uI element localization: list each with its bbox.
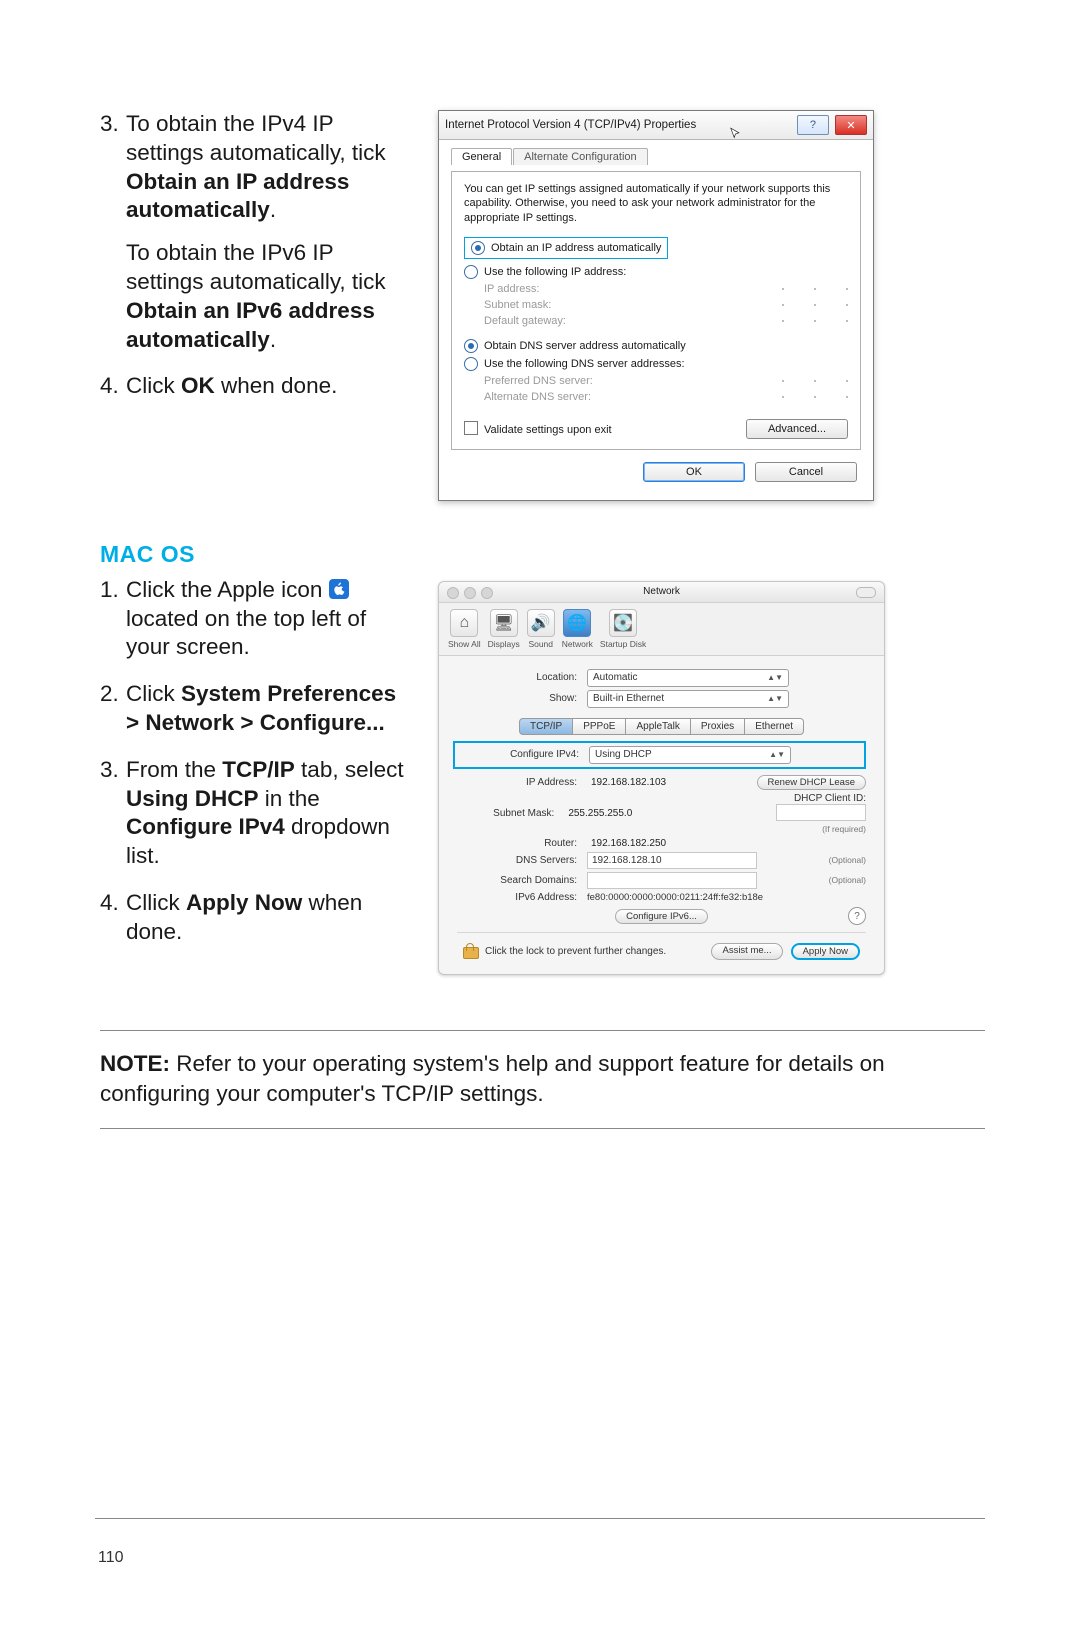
renew-dhcp-button[interactable]: Renew DHCP Lease — [757, 775, 866, 790]
mac-step-1: 1. Click the Apple icon located on the t… — [100, 576, 410, 662]
advanced-button[interactable]: Advanced... — [746, 419, 848, 439]
dialog-title: Internet Protocol Version 4 (TCP/IPv4) P… — [445, 119, 696, 131]
dialog-description: You can get IP settings assigned automat… — [464, 182, 848, 225]
label-router: Router: — [457, 838, 587, 849]
label-search-domains: Search Domains: — [457, 875, 587, 886]
window-title: Network — [643, 586, 680, 597]
footer-rule — [95, 1518, 985, 1519]
highlight-configure-ipv4: Configure IPv4: Using DHCP▲▼ — [453, 741, 866, 769]
step-number: 3. — [100, 110, 119, 139]
ok-button[interactable]: OK — [643, 462, 745, 482]
input-dns[interactable]: 192.168.128.10 — [587, 852, 757, 869]
apply-now-button[interactable]: Apply Now — [791, 943, 860, 960]
radio-use-dns[interactable] — [464, 357, 478, 371]
mac-step-3: 3. From the TCP/IP tab, select Using DHC… — [100, 756, 410, 871]
note-block: NOTE: Refer to your operating system's h… — [100, 1030, 985, 1129]
step-4: 4. Click OK when done. — [100, 372, 410, 401]
step-bold: Obtain an IP address automatically — [126, 169, 349, 223]
label-configure-ipv4: Configure IPv4: — [459, 749, 589, 760]
label-ip-address: IP Address: — [457, 777, 587, 788]
help-button[interactable]: ? — [797, 115, 829, 135]
lock-text: Click the lock to prevent further change… — [485, 946, 666, 957]
tool-startup[interactable]: 💽Startup Disk — [600, 609, 646, 649]
tab-pppoe[interactable]: PPPoE — [573, 718, 626, 735]
select-show[interactable]: Built-in Ethernet▲▼ — [587, 690, 789, 708]
input-dhcp-client[interactable] — [776, 804, 866, 821]
assist-button[interactable]: Assist me... — [711, 943, 782, 960]
value-ip: 192.168.182.103 — [587, 777, 755, 788]
tool-sound[interactable]: 🔊Sound — [527, 609, 555, 649]
page-number: 110 — [98, 1549, 124, 1567]
mac-step-2: 2. Click System Preferences > Network > … — [100, 680, 410, 738]
cancel-button[interactable]: Cancel — [755, 462, 857, 482]
tool-network[interactable]: 🌐Network — [562, 609, 593, 649]
tab-ethernet[interactable]: Ethernet — [745, 718, 804, 735]
radio-use-ip[interactable] — [464, 265, 478, 279]
tab-appletalk[interactable]: AppleTalk — [626, 718, 690, 735]
apple-icon — [329, 579, 349, 599]
label-dns: DNS Servers: — [457, 855, 587, 866]
label-subnet-mask: Subnet Mask: — [457, 808, 564, 819]
select-configure-ipv4[interactable]: Using DHCP▲▼ — [589, 746, 791, 764]
tool-displays[interactable]: 🖥Displays — [488, 609, 520, 649]
lock-icon[interactable] — [463, 943, 477, 959]
label-gateway: Default gateway: — [484, 315, 566, 327]
label-ipv6: IPv6 Address: — [457, 892, 587, 903]
tab-general[interactable]: General — [451, 148, 512, 165]
step-text: To obtain the IPv4 IP settings automatic… — [126, 111, 386, 165]
radio-obtain-ip[interactable] — [471, 241, 485, 255]
mac-os-heading: MAC OS — [100, 541, 985, 568]
toolbar-toggle[interactable] — [856, 587, 876, 598]
label-subnet: Subnet mask: — [484, 299, 551, 311]
close-button[interactable]: ✕ — [835, 115, 867, 135]
highlight-obtain-ip: Obtain an IP address automatically — [464, 237, 668, 259]
checkbox-validate[interactable]: Validate settings upon exit — [464, 421, 612, 436]
label-show: Show: — [457, 693, 587, 704]
tool-showall[interactable]: ⌂Show All — [448, 609, 481, 649]
mac-step-4: 4. Cllick Apply Now when done. — [100, 889, 410, 947]
input-search-domains[interactable] — [587, 872, 757, 889]
label-alt-dns: Alternate DNS server: — [484, 391, 591, 403]
help-icon[interactable]: ? — [848, 907, 866, 925]
radio-obtain-dns[interactable] — [464, 339, 478, 353]
tab-tcpip[interactable]: TCP/IP — [519, 718, 573, 735]
label-location: Location: — [457, 672, 587, 683]
cursor-icon — [729, 127, 743, 141]
label-ip: IP address: — [484, 283, 539, 295]
select-location[interactable]: Automatic▲▼ — [587, 669, 789, 687]
label-dhcp-client: DHCP Client ID: — [794, 793, 866, 804]
windows-ipv4-dialog: Internet Protocol Version 4 (TCP/IPv4) P… — [438, 110, 874, 501]
step-3: 3. To obtain the IPv4 IP settings automa… — [100, 110, 410, 354]
tab-proxies[interactable]: Proxies — [691, 718, 745, 735]
configure-ipv6-button[interactable]: Configure IPv6... — [615, 909, 708, 924]
mac-network-window: Network ⌂Show All 🖥Displays 🔊Sound 🌐Netw… — [438, 581, 885, 975]
tab-alt-config[interactable]: Alternate Configuration — [513, 148, 648, 165]
label-pref-dns: Preferred DNS server: — [484, 375, 593, 387]
traffic-lights[interactable] — [447, 587, 493, 599]
